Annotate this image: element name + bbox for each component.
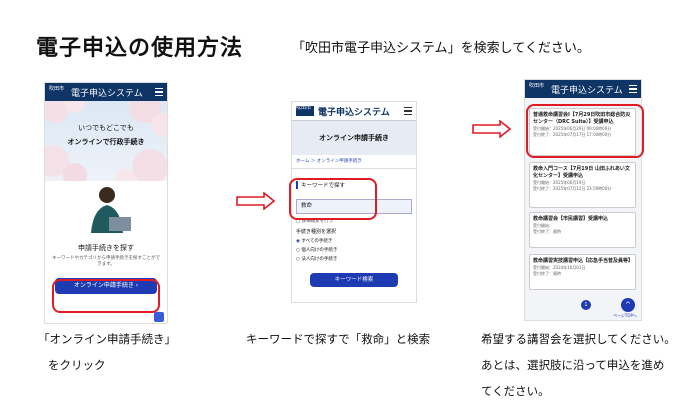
highlight-online-button	[52, 279, 160, 313]
highlight-keyword-section	[289, 178, 377, 220]
caption-step3: 希望する講習会を選択してください。 あとは、選択肢に沿って申込を進め てください…	[481, 332, 676, 398]
page-heading-banner: オンライン申請手続き	[292, 121, 416, 155]
hero-line1: いつでもどこでも	[78, 124, 134, 132]
page-title: 電子申込の使用方法	[36, 36, 244, 61]
app-title: 電子申込システム	[551, 85, 623, 96]
type-option-corporate[interactable]: ○ 法人向けの手続き	[296, 256, 412, 263]
city-logo: 吹田市	[296, 106, 314, 116]
keyword-search-button[interactable]: キーワード検索	[310, 273, 398, 287]
find-title: 申請手続きを探す	[78, 244, 134, 252]
type-label: 手続き種別を選択	[296, 229, 337, 235]
search-hint: 「吹田市電子申込システム」を検索してください。	[292, 41, 590, 56]
type-option-individual[interactable]: ○ 個人向けの手続き	[296, 247, 412, 254]
app-title: 電子申込システム	[71, 88, 143, 99]
caption-step1: 「オンライン申請手続き」 をクリック	[38, 332, 176, 372]
breadcrumb[interactable]: ホーム ＞ オンライン申請手続き	[292, 155, 416, 169]
app-title: 電子申込システム	[318, 107, 390, 118]
find-description: キーワードやカテゴリから申請手続きを探すことができます。	[52, 256, 160, 267]
caption-step2: キーワードで探すで「救命」と検索	[246, 332, 431, 346]
result-item[interactable]: 救命講習実技講習申込【応急手当普及員等】 受付開始：2024年10月01日 受付…	[529, 254, 636, 290]
city-logo: 吹田市	[529, 83, 545, 89]
header-bar: 吹田市 電子申込システム	[45, 83, 167, 101]
person-with-laptop-illustration	[45, 181, 167, 241]
hero-line2: オンラインで行政手続き	[67, 138, 145, 146]
arrow-right-icon	[472, 120, 512, 138]
city-logo: 吹田市	[49, 86, 65, 92]
page-top-label: ページTOPへ	[613, 313, 637, 318]
highlight-first-result	[526, 104, 644, 158]
hero-banner: いつでもどこでも オンラインで行政手続き	[45, 101, 167, 181]
header-bar: 吹田市 電子申込システム	[525, 80, 641, 98]
page-number-button[interactable]: 1	[581, 300, 591, 310]
type-option-all[interactable]: ◉ すべての手続き	[296, 238, 412, 245]
hamburger-menu-icon[interactable]	[404, 107, 412, 115]
header-bar: 吹田市 電子申込システム	[292, 102, 416, 121]
chevron-up-icon: ^	[625, 301, 631, 309]
page-heading: オンライン申請手続き	[319, 134, 389, 142]
page-top-button[interactable]: ^	[621, 298, 635, 312]
arrow-right-icon	[236, 192, 276, 210]
result-item[interactable]: 救命入門コース【7月19日 山田ふれあい文化センター】受講申込 受付開始：202…	[529, 162, 636, 208]
corner-badge	[154, 312, 164, 322]
hamburger-menu-icon[interactable]	[155, 88, 163, 96]
result-item[interactable]: 救命講習会【市民講習】受講申込 受付開始： 受付終了：随時	[529, 212, 636, 248]
hamburger-menu-icon[interactable]	[629, 85, 637, 93]
